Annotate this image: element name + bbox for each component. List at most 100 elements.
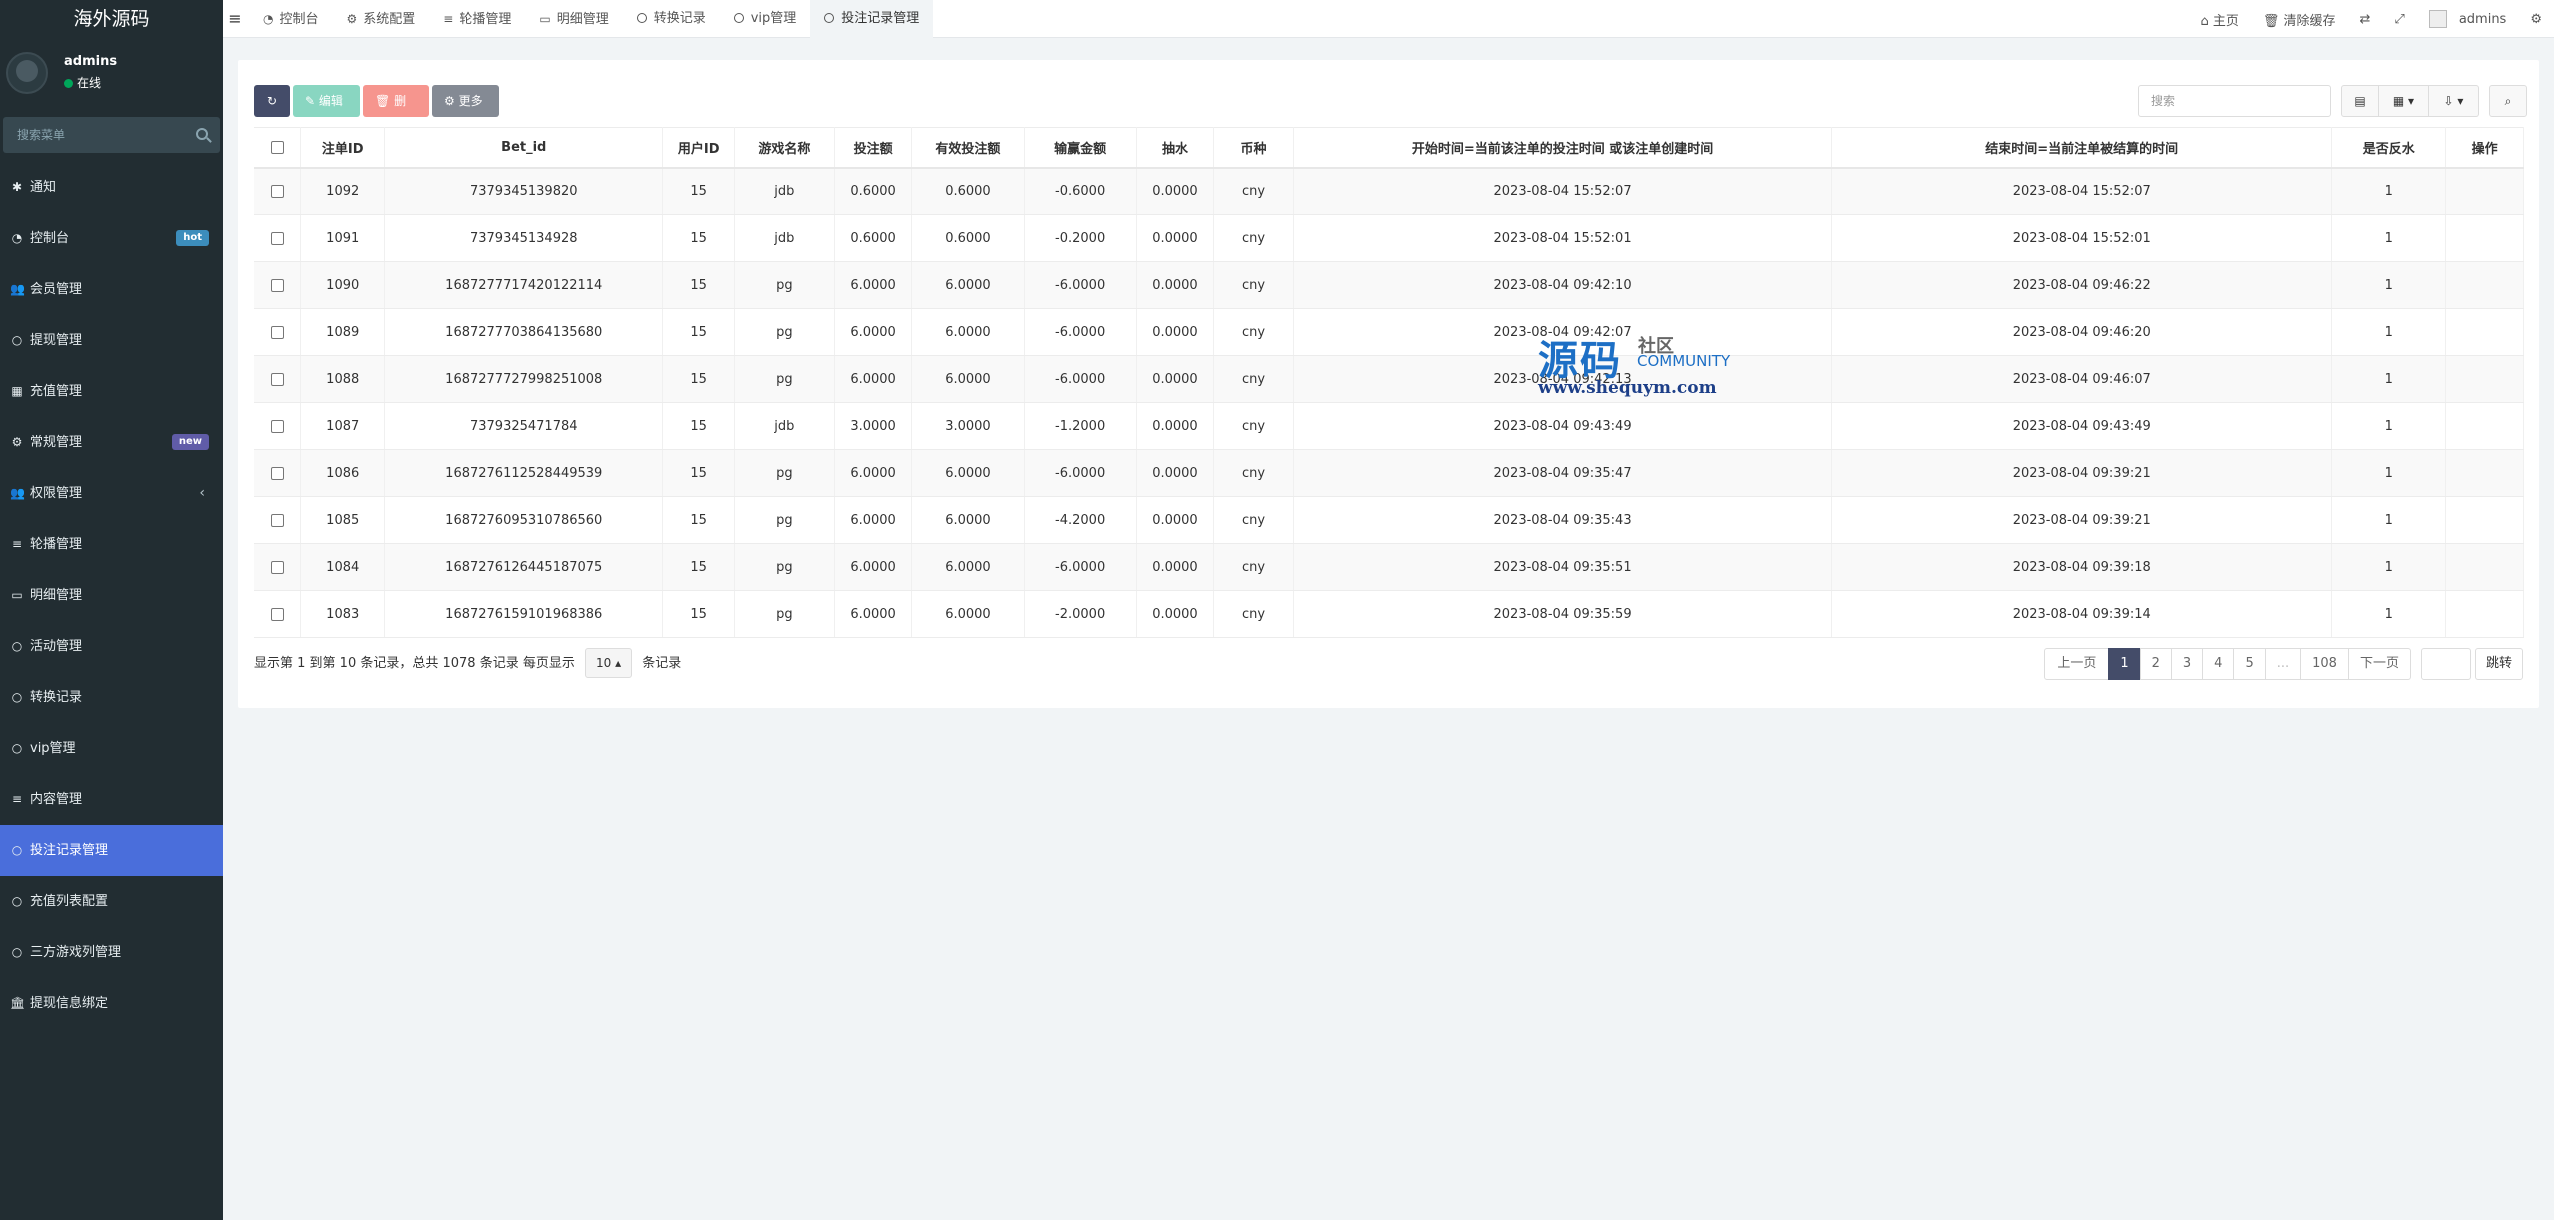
table-row[interactable]: 1088 1687277727998251008 15 pg 6.0000 6.0000-… bbox=[254, 355, 2524, 403]
table-header-row: 注单ID Bet_id 用户ID 游戏名称 投注额 有效投注额 输赢金额 抽水 币种 开始时间=当… bbox=[254, 127, 2524, 169]
select-all-checkbox[interactable] bbox=[270, 140, 284, 154]
sidebar-item[interactable]: ○ vip管理 bbox=[0, 723, 223, 774]
table-row[interactable]: 1086 1687276112528449539 15 pg 6.0000 6.0000-… bbox=[254, 449, 2524, 497]
home-link[interactable]: ⌂ 主页 bbox=[2188, 10, 2250, 29]
row-checkbox[interactable] bbox=[270, 325, 284, 339]
row-checkbox[interactable] bbox=[270, 560, 284, 574]
table-cell: 0.0000 bbox=[1136, 261, 1215, 309]
table-row[interactable]: 1089 1687277703864135680 15 pg 6.0000 6.0000-… bbox=[254, 308, 2524, 356]
table-row[interactable]: 1091 7379345134928 15 jdb 0.6000 0.6000 -0.200… bbox=[254, 214, 2524, 262]
page-button[interactable]: 3 bbox=[2170, 648, 2204, 680]
tab[interactable]: 转换记录 bbox=[623, 0, 720, 38]
sidebar-item[interactable]: ○ 转换记录 bbox=[0, 672, 223, 723]
more-button[interactable]: ⚙ 更多 bbox=[432, 85, 499, 117]
clear-cache-button[interactable]: 🗑 清除缓存 bbox=[2251, 10, 2348, 29]
page-button[interactable]: 4 bbox=[2202, 648, 2235, 680]
sidebar-item[interactable]: ○ 投注记录管理 bbox=[0, 825, 223, 876]
refresh-button[interactable]: ↻ bbox=[254, 85, 290, 117]
tab[interactable]: ◔ 控制台 bbox=[249, 0, 333, 38]
tab[interactable]: ≡ 轮播管理 bbox=[429, 0, 525, 38]
column-header[interactable]: 输赢金额 bbox=[1024, 127, 1137, 169]
sidebar-item-label: 转换记录 bbox=[30, 690, 83, 705]
next-page-button[interactable]: 下一页 bbox=[2347, 648, 2411, 680]
column-header[interactable]: 注单ID bbox=[300, 127, 386, 169]
menu-toggle-icon[interactable]: ≡ bbox=[223, 0, 247, 38]
advanced-search-icon[interactable]: ⌕ bbox=[2489, 85, 2527, 117]
column-header[interactable]: 游戏名称 bbox=[734, 127, 835, 169]
row-checkbox[interactable] bbox=[270, 419, 284, 433]
sidebar-item[interactable]: ◔ 控制台 hot bbox=[0, 213, 223, 264]
column-header[interactable]: 是否反水 bbox=[2331, 127, 2447, 169]
row-checkbox[interactable] bbox=[270, 513, 284, 527]
table-cell: 2023-08-04 15:52:07 bbox=[1831, 167, 2333, 215]
sidebar-item-label: 轮播管理 bbox=[30, 537, 83, 552]
tab-label: 轮播管理 bbox=[459, 12, 512, 27]
sidebar-item[interactable]: ○ 提现管理 bbox=[0, 315, 223, 366]
toggle-view-icon[interactable]: ▤ bbox=[2341, 85, 2379, 117]
table-search-input[interactable] bbox=[2138, 85, 2331, 117]
table-cell: 1687276095310786560 bbox=[384, 496, 664, 544]
sidebar-item[interactable]: ≡ 内容管理 bbox=[0, 774, 223, 825]
table-row[interactable]: 1083 1687276159101968386 15 pg 6.0000 6.0000-… bbox=[254, 590, 2524, 638]
table-row[interactable]: 1090 1687277717420122114 15 pg 6.0000 6.0000-… bbox=[254, 261, 2524, 309]
sidebar-item[interactable]: ▭ 明细管理 bbox=[0, 570, 223, 621]
sidebar-item[interactable]: ⚙ 常规管理 new bbox=[0, 417, 223, 468]
sidebar-item[interactable]: 👥 会员管理 bbox=[0, 264, 223, 315]
sidebar-item[interactable]: 👥 权限管理 ‹ bbox=[0, 468, 223, 519]
row-checkbox[interactable] bbox=[270, 466, 284, 480]
column-header[interactable]: 操作 bbox=[2445, 127, 2524, 169]
tab[interactable]: ▭ 明细管理 bbox=[525, 0, 622, 38]
tab[interactable]: vip管理 bbox=[720, 0, 811, 38]
column-header[interactable]: 投注额 bbox=[834, 127, 913, 169]
table-row[interactable]: 1092 7379345139820 15 jdb 0.6000 0.6000 -0.600… bbox=[254, 167, 2524, 215]
edit-button[interactable]: ✎ 编辑 bbox=[293, 85, 360, 117]
menu-search-input[interactable] bbox=[3, 117, 220, 153]
row-checkbox[interactable] bbox=[270, 278, 284, 292]
row-checkbox[interactable] bbox=[270, 372, 284, 386]
page-button[interactable]: 108 bbox=[2300, 648, 2349, 680]
columns-grid-icon[interactable]: ▦ ▾ bbox=[2379, 85, 2429, 117]
settings-gear-icon[interactable]: ⚙ bbox=[2518, 12, 2554, 27]
translate-icon[interactable]: ⇄ bbox=[2348, 12, 2383, 27]
column-header[interactable]: 有效投注额 bbox=[911, 127, 1025, 169]
tab[interactable]: 投注记录管理 bbox=[810, 0, 934, 38]
column-header[interactable]: 币种 bbox=[1213, 127, 1294, 169]
page-button[interactable]: 2 bbox=[2139, 648, 2172, 680]
sidebar-item[interactable]: ✱ 通知 bbox=[0, 162, 223, 213]
column-header[interactable]: Bet_id bbox=[384, 127, 664, 169]
user-menu[interactable]: admins bbox=[2417, 10, 2519, 28]
row-checkbox[interactable] bbox=[270, 184, 284, 198]
column-header[interactable]: 开始时间=当前该注单的投注时间 或该注单创建时间 bbox=[1293, 127, 1833, 169]
table-cell: 1089 bbox=[300, 308, 386, 356]
table-row[interactable]: 1087 7379325471784 15 jdb 3.0000 3.0000 -1.200… bbox=[254, 402, 2524, 450]
tab[interactable]: ⚙ 系统配置 bbox=[333, 0, 430, 38]
table-cell: cny bbox=[1213, 308, 1294, 356]
row-checkbox[interactable] bbox=[270, 231, 284, 245]
sidebar-item[interactable]: ○ 充值列表配置 bbox=[0, 876, 223, 927]
row-checkbox[interactable] bbox=[270, 607, 284, 621]
jump-page-input[interactable] bbox=[2420, 648, 2471, 680]
sidebar-item[interactable]: ○ 三方游戏列管理 bbox=[0, 927, 223, 978]
export-icon[interactable]: ⇩ ▾ bbox=[2429, 85, 2479, 117]
table-cell: 2023-08-04 09:39:14 bbox=[1831, 590, 2333, 638]
sidebar-item[interactable]: 🏛 提现信息绑定 bbox=[0, 978, 223, 1029]
page-button[interactable]: 1 bbox=[2108, 648, 2141, 680]
table-row[interactable]: 1084 1687276126445187075 15 pg 6.0000 6.0000-… bbox=[254, 543, 2524, 591]
delete-button[interactable]: 🗑 删除 bbox=[363, 85, 429, 140]
fullscreen-icon[interactable]: ⤢ bbox=[2382, 12, 2416, 27]
brand-logo[interactable]: 海外源码 bbox=[0, 0, 223, 38]
sidebar-item[interactable]: ▦ 充值管理 bbox=[0, 366, 223, 417]
row-select-cell bbox=[254, 261, 302, 309]
page-size-select[interactable]: 10 ▴ bbox=[584, 648, 633, 678]
column-header[interactable]: 用户ID bbox=[662, 127, 735, 169]
page-button[interactable]: 5 bbox=[2233, 648, 2266, 680]
jump-button[interactable]: 跳转 bbox=[2474, 648, 2523, 680]
table-row[interactable]: 1085 1687276095310786560 15 pg 6.0000 6.0000-… bbox=[254, 496, 2524, 544]
search-icon[interactable] bbox=[196, 128, 208, 140]
menu-item-icon: ○ bbox=[11, 333, 23, 347]
column-header[interactable]: 抽水 bbox=[1136, 127, 1215, 169]
sidebar-item[interactable]: ≡ 轮播管理 bbox=[0, 519, 223, 570]
sidebar-item[interactable]: ○ 活动管理 bbox=[0, 621, 223, 672]
column-header[interactable]: 结束时间=当前注单被结算的时间 bbox=[1831, 127, 2333, 169]
prev-page-button[interactable]: 上一页 bbox=[2044, 648, 2110, 680]
